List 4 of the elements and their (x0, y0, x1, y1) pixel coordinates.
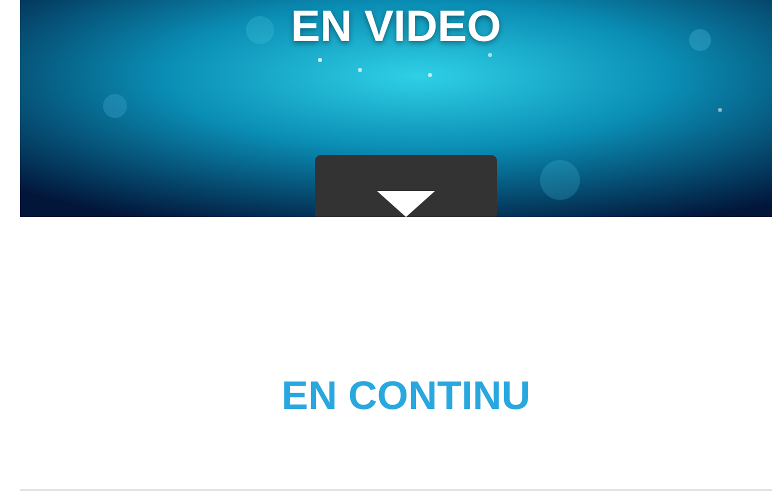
caret-icon (377, 191, 435, 217)
section-title: EN CONTINU (282, 373, 530, 419)
expand-button[interactable] (315, 155, 497, 217)
banner-title: EN VIDEO (290, 2, 502, 52)
